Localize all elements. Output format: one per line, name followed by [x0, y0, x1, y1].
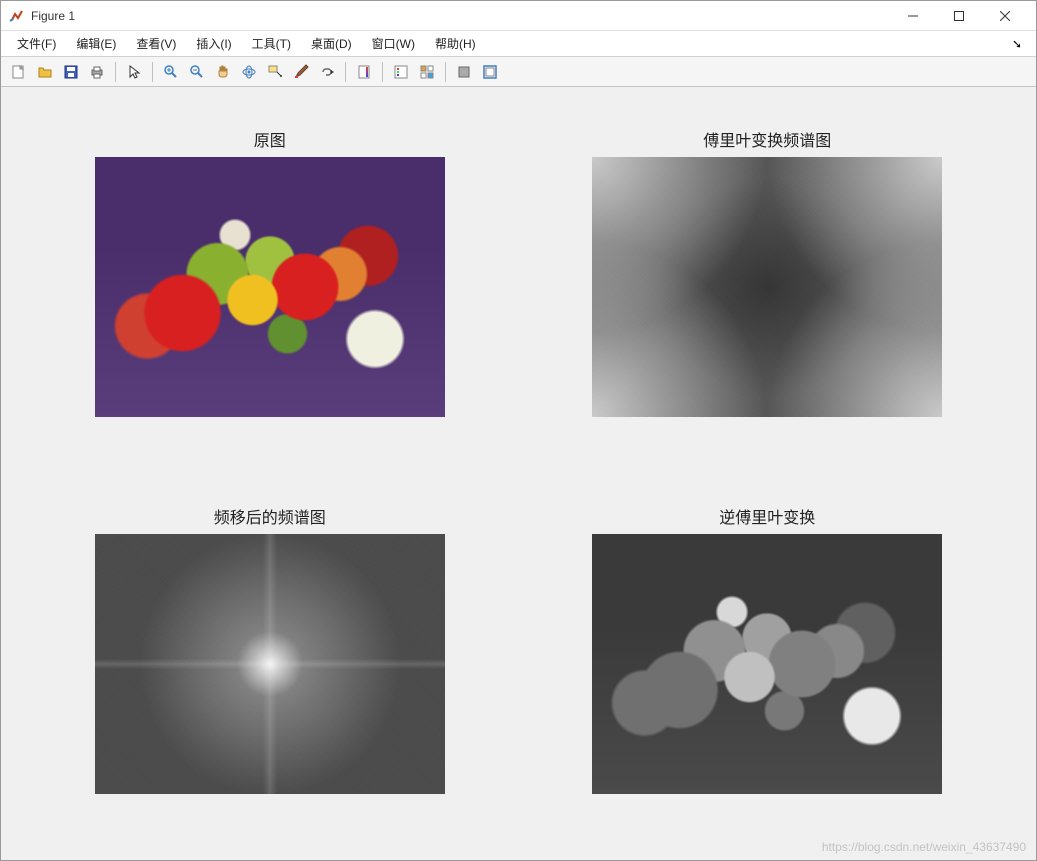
plot-tools-icon[interactable] — [415, 60, 439, 84]
toolbar-separator — [382, 62, 383, 82]
menu-edit[interactable]: 编辑(E) — [66, 31, 126, 56]
subplot-4: 逆傅里叶变换 — [559, 504, 977, 821]
toolbar — [1, 57, 1036, 87]
brush-icon[interactable] — [289, 60, 313, 84]
menu-desktop[interactable]: 桌面(D) — [301, 31, 362, 56]
pointer-icon[interactable] — [122, 60, 146, 84]
maximize-button[interactable] — [936, 1, 982, 31]
insert-colorbar-icon[interactable] — [352, 60, 376, 84]
insert-legend-icon[interactable] — [389, 60, 413, 84]
subplot-1-title: 原图 — [254, 127, 286, 151]
new-figure-icon[interactable] — [7, 60, 31, 84]
window-title: Figure 1 — [31, 9, 890, 23]
window-controls — [890, 1, 1028, 31]
subplot-3: 频移后的频谱图 — [61, 504, 479, 821]
close-button[interactable] — [982, 1, 1028, 31]
open-file-icon[interactable] — [33, 60, 57, 84]
subplot-3-title: 频移后的频谱图 — [214, 504, 326, 528]
link-data-icon[interactable] — [315, 60, 339, 84]
watermark: https://blog.csdn.net/weixin_43637490 — [822, 840, 1026, 854]
titlebar: Figure 1 — [1, 1, 1036, 31]
subplot-2-title: 傅里叶变换频谱图 — [703, 127, 831, 151]
subplot-2-image — [592, 157, 942, 417]
menubar: 文件(F) 编辑(E) 查看(V) 插入(I) 工具(T) 桌面(D) 窗口(W… — [1, 31, 1036, 57]
figure-canvas: 原图 傅里叶变换频谱图 频移后的频谱图 逆傅里叶变换 https://blog.… — [1, 87, 1036, 860]
subplot-1: 原图 — [61, 127, 479, 444]
menu-window[interactable]: 窗口(W) — [362, 31, 425, 56]
zoom-in-icon[interactable] — [159, 60, 183, 84]
matlab-icon — [9, 8, 25, 24]
pan-icon[interactable] — [211, 60, 235, 84]
menu-view[interactable]: 查看(V) — [126, 31, 186, 56]
toolbar-separator — [115, 62, 116, 82]
data-cursor-icon[interactable] — [263, 60, 287, 84]
rotate-3d-icon[interactable] — [237, 60, 261, 84]
toolbar-separator — [445, 62, 446, 82]
subplot-3-image — [95, 534, 445, 794]
save-icon[interactable] — [59, 60, 83, 84]
menu-insert[interactable]: 插入(I) — [186, 31, 241, 56]
minimize-button[interactable] — [890, 1, 936, 31]
hide-plot-tools-icon[interactable] — [452, 60, 476, 84]
menu-overflow-icon[interactable]: ➘ — [1004, 37, 1030, 51]
subplot-4-image — [592, 534, 942, 794]
toolbar-separator — [152, 62, 153, 82]
menu-file[interactable]: 文件(F) — [7, 31, 66, 56]
print-icon[interactable] — [85, 60, 109, 84]
menu-tools[interactable]: 工具(T) — [242, 31, 301, 56]
subplot-2: 傅里叶变换频谱图 — [559, 127, 977, 444]
zoom-out-icon[interactable] — [185, 60, 209, 84]
subplot-4-title: 逆傅里叶变换 — [719, 504, 815, 528]
show-plot-tools-icon[interactable] — [478, 60, 502, 84]
menu-help[interactable]: 帮助(H) — [425, 31, 486, 56]
toolbar-separator — [345, 62, 346, 82]
subplot-1-image — [95, 157, 445, 417]
